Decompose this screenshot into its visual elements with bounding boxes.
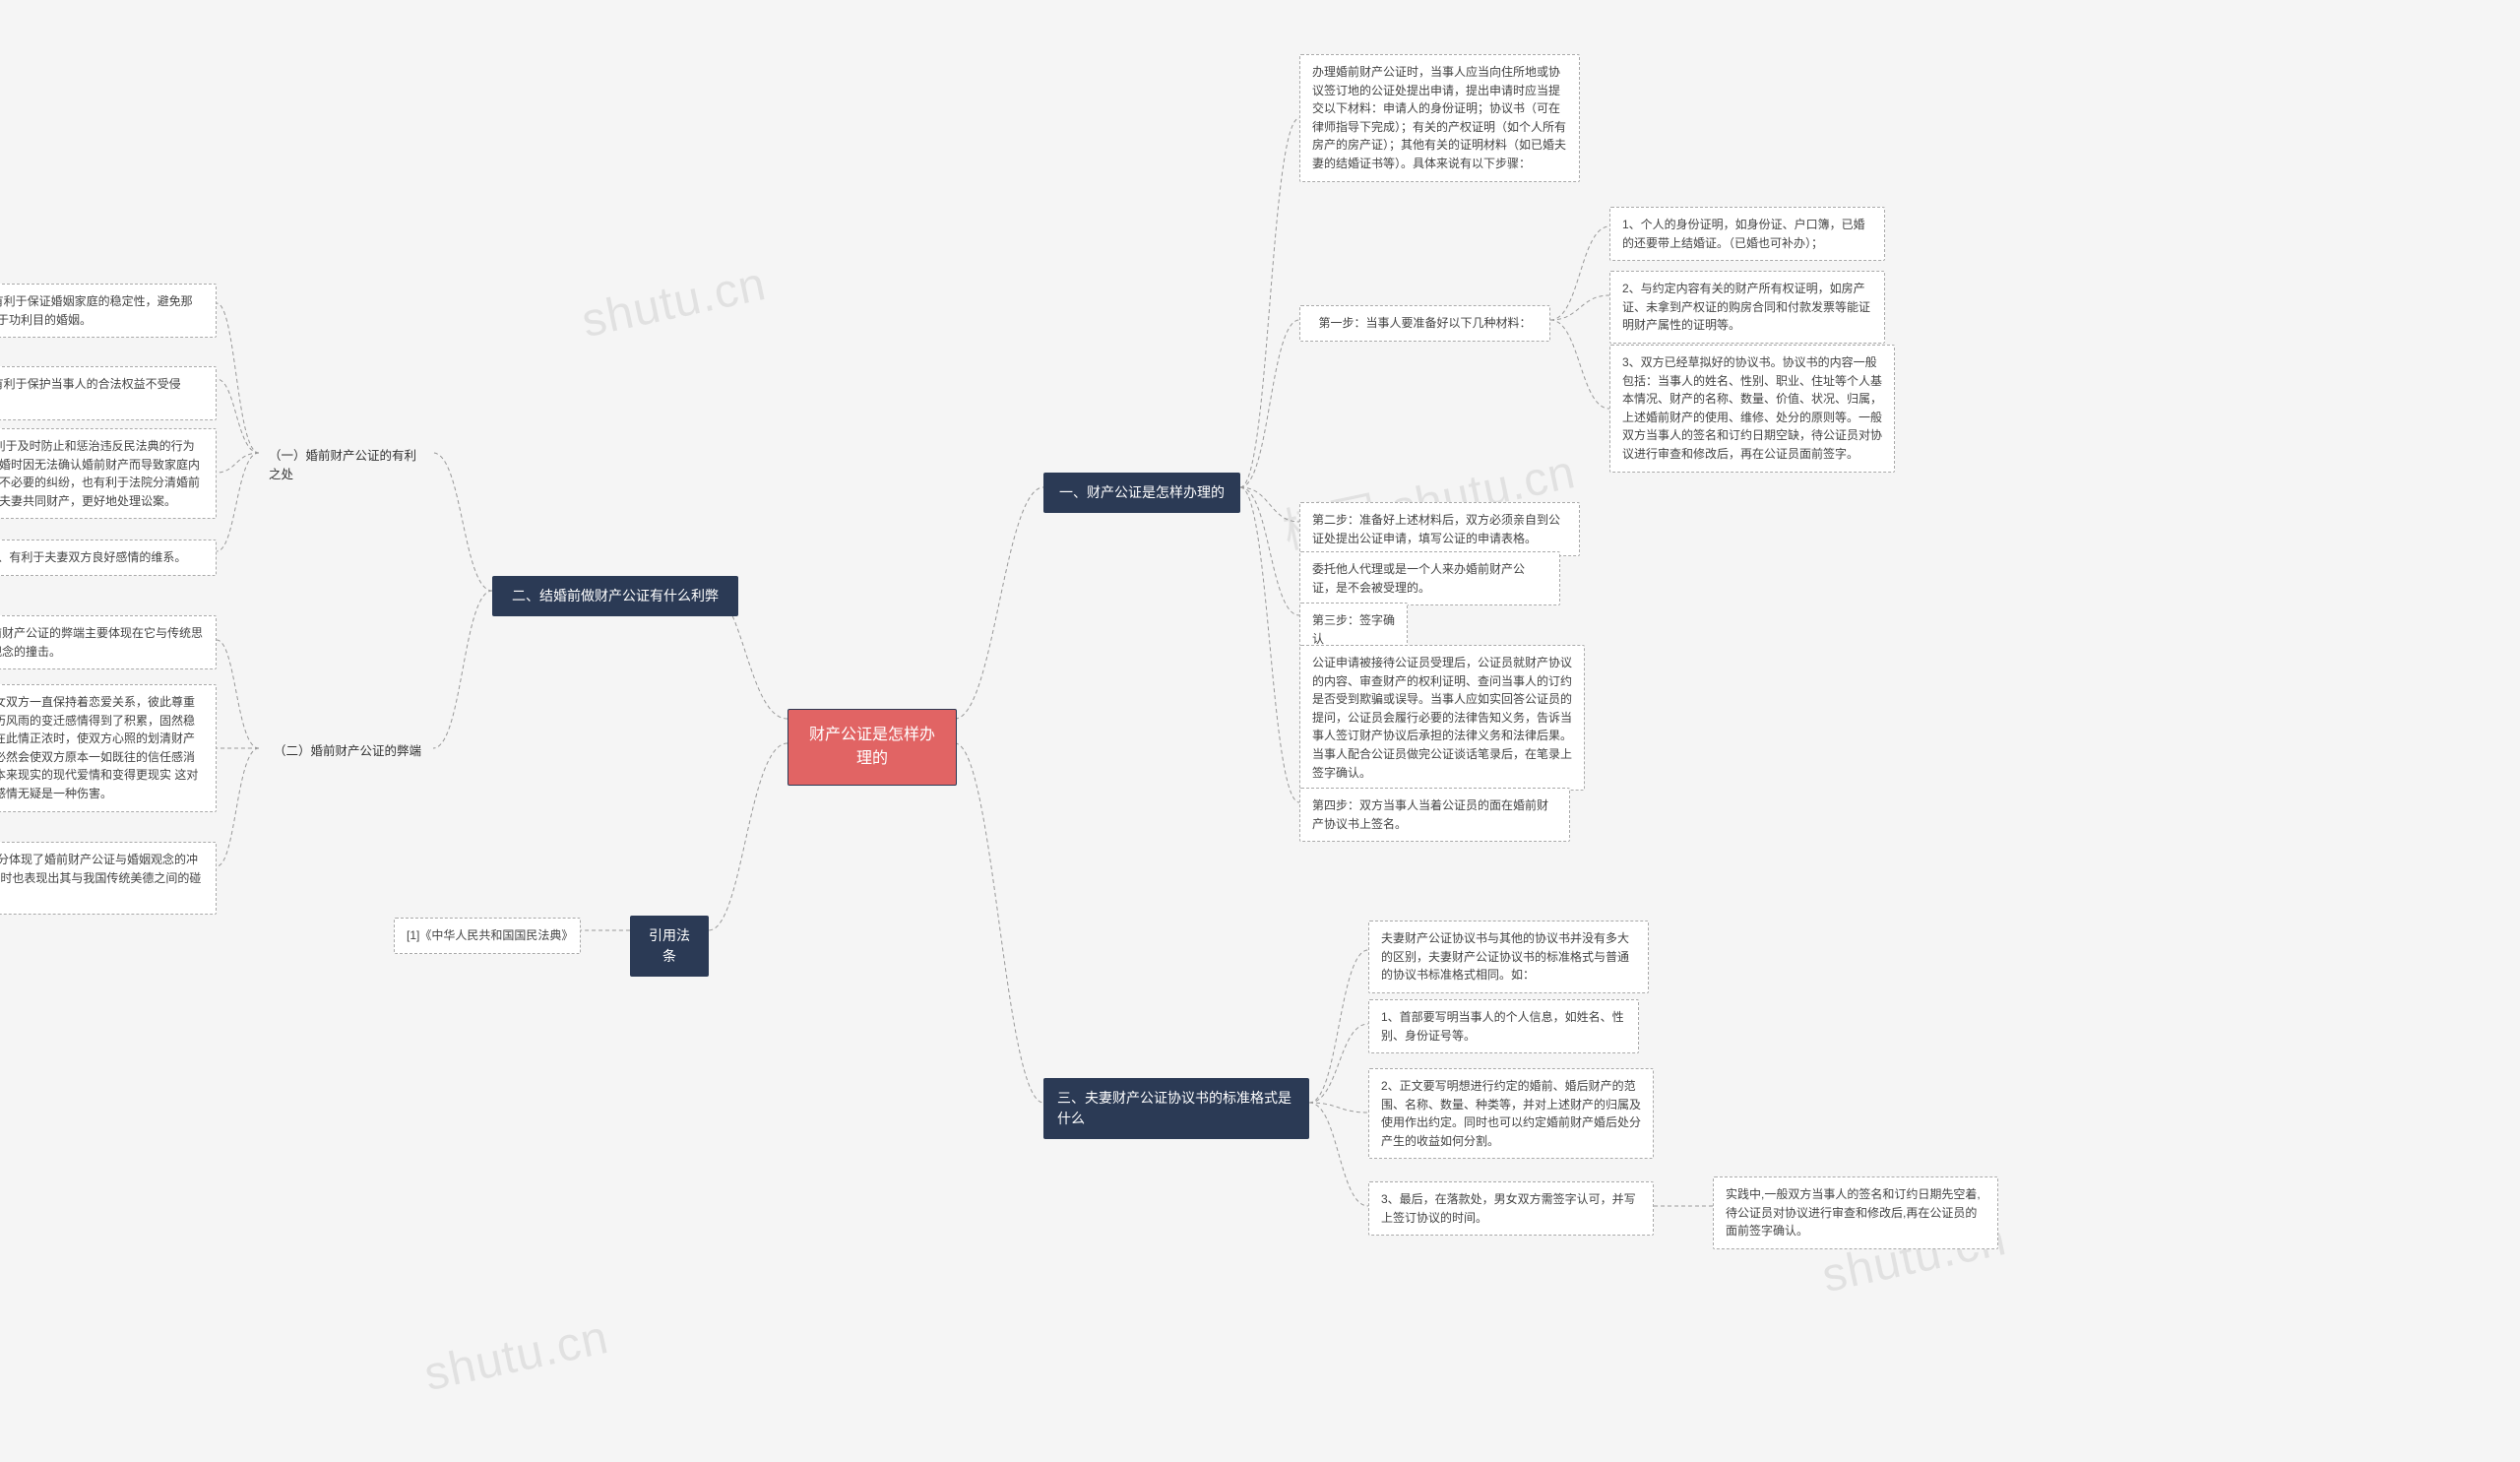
branch3-intro: 夫妻财产公证协议书与其他的协议书并没有多大的区别，夫妻财产公证协议书的标准格式与…: [1368, 921, 1649, 993]
pros-item4: 4、有利于夫妻双方良好感情的维系。: [0, 540, 217, 576]
branch-1[interactable]: 一、财产公证是怎样办理的: [1043, 473, 1240, 513]
pros-item1: 1、有利于保证婚姻家庭的稳定性，避免那些出于功利目的婚姻。: [0, 284, 217, 338]
branch1-step3-note: 公证申请被接待公证员受理后，公证员就财产协议的内容、审查财产的权利证明、查问当事…: [1299, 645, 1585, 791]
branch3-note: 实践中,一般双方当事人的签名和订约日期先空着,待公证员对协议进行审查和修改后,再…: [1713, 1176, 1998, 1249]
branch1-step1-item2: 2、与约定内容有关的财产所有权证明，如房产证、未拿到产权证的购房合同和付款发票等…: [1609, 271, 1885, 344]
branch-3[interactable]: 三、夫妻财产公证协议书的标准格式是什么: [1043, 1078, 1309, 1139]
root-node[interactable]: 财产公证是怎样办理的: [788, 709, 957, 786]
cons-item1: 婚前财产公证的弊端主要体现在它与传统思想观念的撞击。: [0, 615, 217, 669]
cons-item2: 如果男女双方一直保持着恋爱关系，彼此尊重 共同经历风雨的变迁感情得到了积累，固然…: [0, 684, 217, 812]
branch1-intro: 办理婚前财产公证时，当事人应当向住所地或协议签订地的公证处提出申请，提出申请时应…: [1299, 54, 1580, 182]
branch3-item1: 1、首部要写明当事人的个人信息，如姓名、性别、身份证号等。: [1368, 999, 1639, 1053]
branch1-step1-item1: 1、个人的身份证明，如身份证、户口簿，已婚的还要带上结婚证。（已婚也可补办）；: [1609, 207, 1885, 261]
pros-item3: 3、有利于及时防止和惩治违反民法典的行为 避免离婚时因无法确认婚前财产而导致家庭…: [0, 428, 217, 519]
branch3-item3: 3、最后，在落款处，男女双方需签字认可，并写上签订协议的时间。: [1368, 1181, 1654, 1236]
branch-4[interactable]: 引用法条: [630, 916, 709, 977]
connectors: [0, 0, 2520, 1462]
branch1-step1-item3: 3、双方已经草拟好的协议书。协议书的内容一般包括：当事人的姓名、性别、职业、住址…: [1609, 345, 1895, 473]
watermark: shutu.cn: [577, 257, 771, 349]
watermark: shutu.cn: [419, 1310, 613, 1402]
branch4-item1: [1]《中华人民共和国国民法典》: [394, 918, 581, 954]
branch-2[interactable]: 二、结婚前做财产公证有什么利弊: [492, 576, 738, 616]
branch2-cons: （二）婚前财产公证的弊端: [259, 736, 436, 767]
branch3-item2: 2、正文要写明想进行约定的婚前、婚后财产的范围、名称、数量、种类等，并对上述财产…: [1368, 1068, 1654, 1159]
branch1-step2: 第二步：准备好上述材料后，双方必须亲自到公证处提出公证申请，填写公证的申请表格。: [1299, 502, 1580, 556]
branch2-pros: （一）婚前财产公证的有利之处: [259, 441, 436, 490]
cons-item3: 这充分体现了婚前财产公证与婚姻观念的冲击 同时也表现出其与我国传统美德之间的碰撞: [0, 842, 217, 915]
branch1-step1: 第一步：当事人要准备好以下几种材料：: [1299, 305, 1550, 342]
branch1-step2-note: 委托他人代理或是一个人来办婚前财产公证，是不会被受理的。: [1299, 551, 1560, 605]
branch1-step4: 第四步：双方当事人当着公证员的面在婚前财产协议书上签名。: [1299, 788, 1570, 842]
pros-item2: 2、有利于保护当事人的合法权益不受侵害。: [0, 366, 217, 420]
